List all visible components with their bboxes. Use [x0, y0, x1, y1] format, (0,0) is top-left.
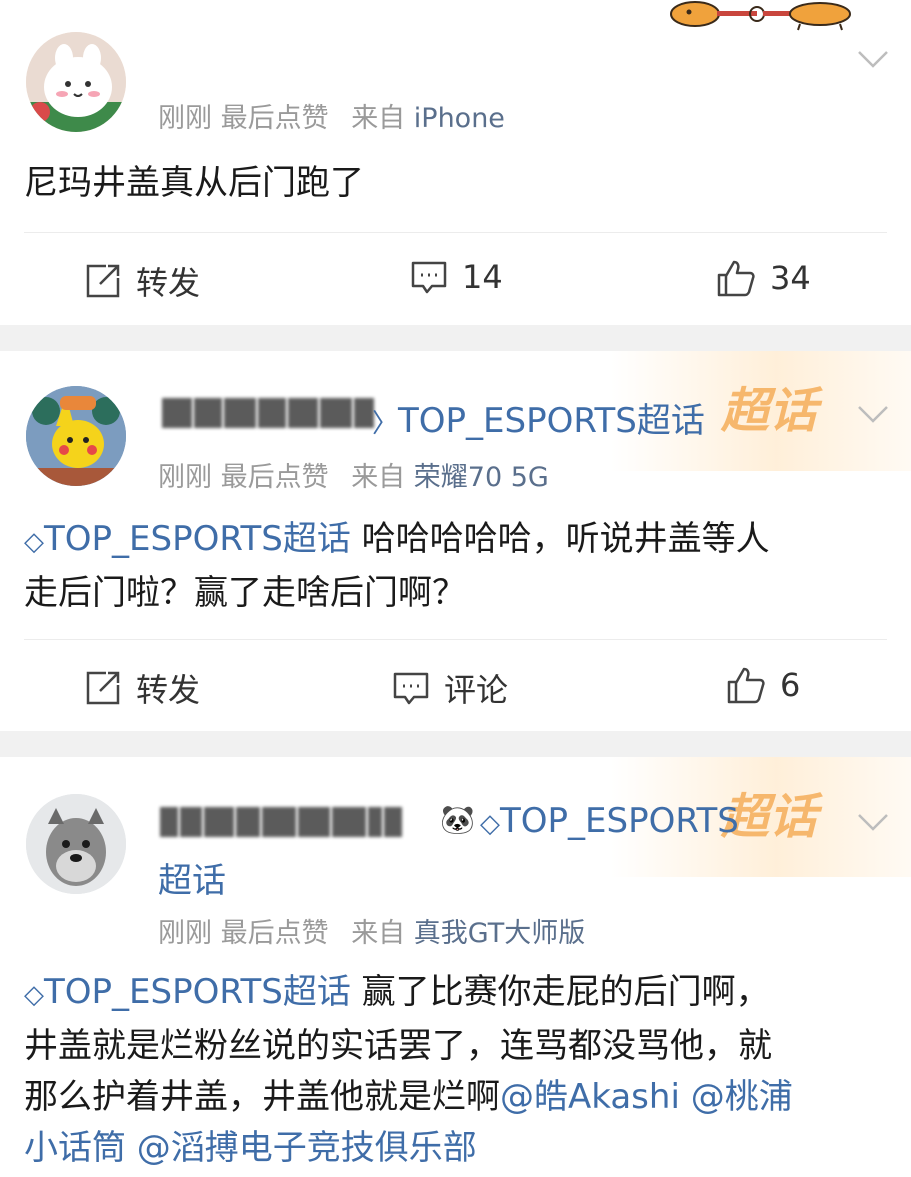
supertopic-link[interactable]: 〉TOP_ESPORTS超话	[372, 393, 705, 442]
from-label: 来自	[351, 462, 406, 493]
thumbs-up-icon	[717, 260, 755, 297]
repost-icon	[86, 264, 120, 298]
like-count: 34	[770, 259, 811, 297]
device-source[interactable]: 荣耀70 5G	[414, 462, 549, 493]
device-source[interactable]: iPhone	[414, 103, 505, 134]
post-card-3: 超话 🐼 ◇TOP_ESPORTS 超话 刚刚 最后点赞 来自 真我GT大师版 …	[0, 757, 911, 1177]
comment-label: 评论	[444, 671, 509, 709]
like-button[interactable]: 34	[716, 258, 811, 298]
post-time: 刚刚	[158, 103, 212, 134]
diamond-icon: ◇	[24, 527, 44, 557]
supertopic-badge-label: 超话	[721, 383, 818, 439]
last-liked-label: 最后点赞	[220, 918, 329, 949]
device-source[interactable]: 真我GT大师版	[414, 918, 585, 949]
post-separator	[0, 325, 911, 351]
supertopic-inline-link[interactable]: ◇TOP_ESPORTS超话	[24, 519, 351, 559]
mention-link[interactable]: @皓Akashi	[500, 1077, 680, 1117]
avatar[interactable]	[26, 32, 126, 132]
repost-button[interactable]: 转发	[84, 665, 200, 711]
supertopic-inline-link[interactable]: ◇TOP_ESPORTS超话	[24, 972, 351, 1012]
from-label: 来自	[351, 918, 406, 949]
post-text: ◇TOP_ESPORTS超话 哈哈哈哈哈，听说井盖等人 走后门啦？赢了走啥后门啊…	[24, 519, 770, 613]
chevron-down-icon[interactable]	[855, 803, 891, 839]
diamond-icon: ◇	[480, 809, 500, 839]
mention-link[interactable]: @桃浦	[680, 1077, 793, 1117]
last-liked-label: 最后点赞	[220, 462, 329, 493]
post-text: 尼玛井盖真从后门跑了	[24, 163, 364, 203]
avatar[interactable]	[26, 794, 126, 894]
panda-emoji-icon: 🐼	[440, 803, 475, 836]
supertopic-link-cont[interactable]: 超话	[158, 853, 226, 902]
comment-button[interactable]: 评论	[392, 665, 508, 711]
supertopic-link[interactable]: ◇TOP_ESPORTS	[480, 801, 739, 841]
divider	[24, 232, 887, 233]
last-liked-label: 最后点赞	[220, 103, 329, 134]
username-blurred[interactable]	[160, 807, 404, 837]
from-label: 来自	[351, 103, 406, 134]
comment-icon	[393, 672, 429, 705]
comment-button[interactable]: 14	[410, 258, 503, 296]
post-text: ◇TOP_ESPORTS超话 赢了比赛你走屁的后门啊， 井盖就是烂粉丝说的实话罢…	[24, 972, 793, 1168]
repost-icon	[86, 671, 120, 705]
dog-sticker-icon	[670, 1, 851, 31]
comment-icon	[411, 261, 447, 294]
repost-button[interactable]: 转发	[84, 258, 200, 304]
username-blurred[interactable]	[162, 398, 376, 428]
avatar[interactable]	[26, 386, 126, 486]
post-separator	[0, 731, 911, 757]
post-meta: 刚刚 最后点赞 来自 荣耀70 5G	[158, 455, 549, 494]
post-meta: 刚刚 最后点赞 来自 iPhone	[158, 96, 505, 135]
post-card-2: 超话 〉TOP_ESPORTS超话 刚刚 最后点赞 来自 荣耀70 5G ◇TO…	[0, 351, 911, 731]
repost-label: 转发	[136, 671, 201, 709]
like-count: 6	[780, 666, 801, 704]
repost-label: 转发	[136, 264, 201, 302]
like-button[interactable]: 6	[726, 665, 800, 705]
divider	[24, 639, 887, 640]
chevron-down-icon[interactable]	[855, 395, 891, 431]
diamond-icon: ◇	[24, 980, 44, 1010]
post-time: 刚刚	[158, 918, 212, 949]
post-time: 刚刚	[158, 462, 212, 493]
post-card-1: 刚刚 最后点赞 来自 iPhone 尼玛井盖真从后门跑了 转发 14 34	[0, 0, 911, 325]
arrow-right-icon: 〉	[372, 409, 399, 439]
comment-count: 14	[462, 258, 503, 296]
mention-link[interactable]: 小话筒 @滔搏电子竞技俱乐部	[24, 1128, 477, 1168]
thumbs-up-icon	[727, 667, 765, 704]
chevron-down-icon[interactable]	[855, 40, 891, 76]
post-meta: 刚刚 最后点赞 来自 真我GT大师版	[158, 911, 585, 950]
